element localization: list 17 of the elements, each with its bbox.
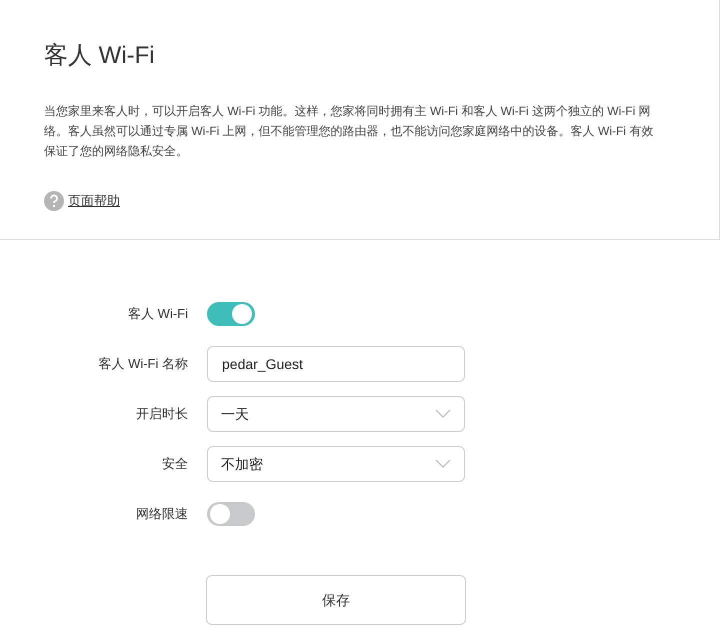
page-title: 客人 Wi-Fi <box>44 41 156 71</box>
description-text: 当您家里来客人时，可以开启客人 Wi-Fi 功能。这样，您家将同时拥有主 Wi-Fi 和客人 Wi-Fi 这两个独立的 Wi-Fi 网络。客人虽然可以通过专属 Wi-Fi 上网，但不能管理您的路由器，也不能访问您家庭网络中的设备。客人 Wi-Fi 有效保证了您的网络隐私安全。 <box>44 103 654 160</box>
field-label: 安全 <box>161 455 188 474</box>
dropdown-select[interactable]: 一天 <box>207 396 465 432</box>
field-label: 网络限速 <box>135 505 188 524</box>
chevron-down-icon <box>435 459 451 469</box>
chevron-down-icon <box>435 409 451 419</box>
toggle-switch[interactable] <box>207 302 255 326</box>
field-label: 客人 Wi-Fi 名称 <box>97 355 188 374</box>
name-input-field[interactable]: pedar_Guest <box>207 346 465 382</box>
save-button[interactable]: 保存 <box>206 575 466 625</box>
field-label: 开启时长 <box>135 405 188 424</box>
toggle-switch[interactable] <box>207 502 255 526</box>
dropdown-select[interactable]: 不加密 <box>207 446 465 482</box>
help-icon <box>44 191 64 211</box>
field-label: 客人 Wi-Fi <box>127 305 188 324</box>
help-link[interactable]: 页面帮助 <box>68 191 120 211</box>
